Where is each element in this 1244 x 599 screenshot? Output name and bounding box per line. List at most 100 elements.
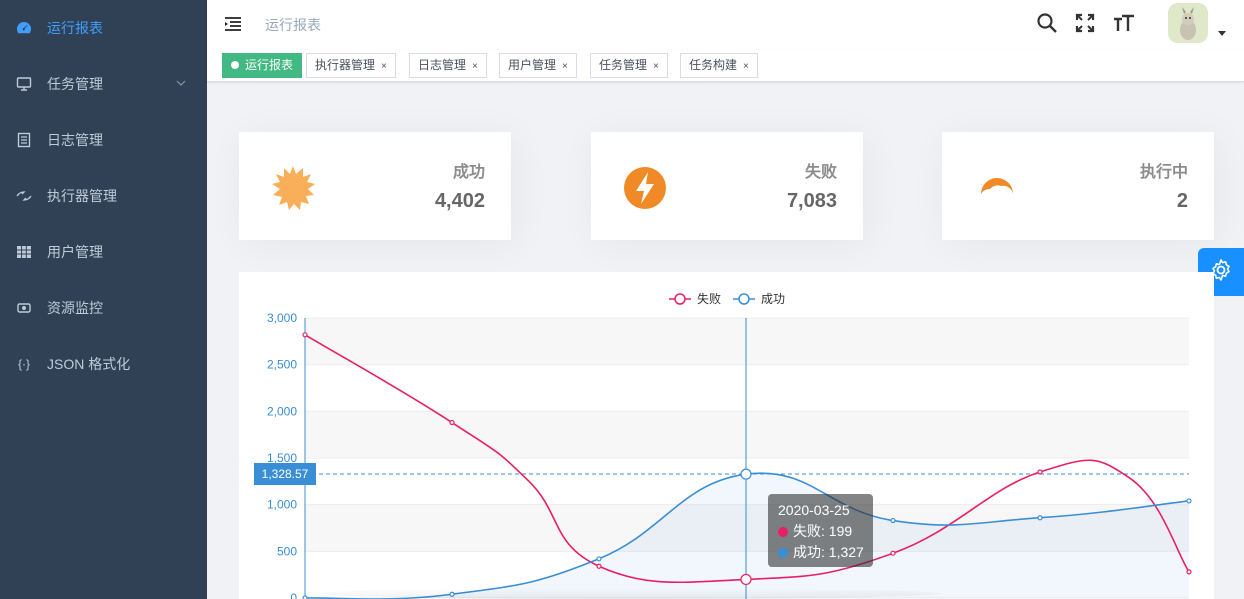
series-dot-icon [778,527,788,537]
sidebar-item-label: 资源监控 [47,300,103,316]
data-point[interactable] [449,419,455,426]
tooltip-series-name: 成功 [793,544,821,560]
tooltip-row-success: 成功: 1,327 [778,542,864,563]
fullscreen-icon[interactable] [1074,12,1096,34]
close-icon[interactable]: × [743,55,749,78]
legend-item-success[interactable]: 成功 [733,292,785,306]
tag-label: 用户管理 [508,58,557,72]
grid-icon [16,244,32,260]
stat-label: 失败 [804,164,837,181]
tooltip-row-failure: 失败: 199 [778,521,863,542]
stat-value: 2 [1176,190,1188,212]
dashboard-icon [16,20,32,36]
sidebar-item-executors[interactable]: 执行器管理 [0,168,207,224]
line-chart[interactable]: 失败 成功 05001,0001,5002,0002,5003,000 [239,272,1214,599]
data-point[interactable] [740,573,752,586]
sidebar-item-label: 用户管理 [47,244,103,260]
sidebar-item-label: 任务管理 [47,76,103,92]
chevron-down-icon [175,76,187,92]
tag-users[interactable]: 用户管理 × [499,53,577,78]
tag-label: 执行器管理 [315,58,376,72]
close-icon[interactable]: × [381,55,387,78]
hamburger-icon[interactable] [224,15,242,33]
tag-dashboard[interactable]: 运行报表 [222,53,303,78]
data-point[interactable] [1037,515,1043,521]
close-icon[interactable]: × [562,55,568,78]
sidebar-item-label: 运行报表 [47,20,103,36]
data-point[interactable] [1037,469,1043,475]
y-tick-label: 3,000 [267,311,297,325]
document-icon [16,132,32,148]
monitor-icon [16,76,32,92]
font-size-icon[interactable] [1113,12,1135,34]
sidebar-item-dashboard[interactable]: 运行报表 [0,0,207,56]
data-point[interactable] [596,556,602,562]
stat-card-success: 成功 4,402 [239,132,511,240]
y-tick-label: 1,000 [267,498,297,512]
y-tick-label: 0 [290,591,297,599]
stat-card-failure: 失败 7,083 [591,132,863,240]
sidebar-item-json[interactable]: {·} JSON 格式化 [0,336,207,392]
data-point[interactable] [890,550,896,556]
chart-tooltip: 2020-03-25 失败: 199 成功: 1,327 [768,494,873,567]
legend-item-failure[interactable]: 失败 [669,291,721,306]
tag-logs[interactable]: 日志管理 × [409,53,487,78]
legend-label-success: 成功 [761,292,785,306]
y-tick-label: 500 [277,544,297,558]
active-dot-icon [231,61,239,69]
stat-value: 7,083 [786,190,837,212]
y-tick-label: 2,500 [267,358,297,372]
tooltip-date: 2020-03-25 [778,502,850,518]
stat-value: 4,402 [434,190,485,212]
tag-label: 日志管理 [418,58,467,72]
executor-icon [16,188,32,204]
navbar: 运行报表 [207,0,1244,50]
axis-pointer-label: 1,328.57 [254,463,316,485]
sidebar-item-label: 日志管理 [47,132,103,148]
data-point[interactable] [1186,569,1192,575]
sidebar-item-monitor[interactable]: 资源监控 [0,280,207,336]
sidebar-item-users[interactable]: 用户管理 [0,224,207,280]
sidebar-item-tasks[interactable]: 任务管理 [0,56,207,112]
data-point[interactable] [596,563,602,569]
half-moon-icon [972,164,1020,212]
stat-card-running: 执行中 2 [942,132,1214,240]
grid-band [305,318,1189,365]
grid-band [305,411,1189,458]
grid-band [305,364,1189,412]
close-icon[interactable]: × [653,55,659,78]
stat-label: 执行中 [1139,164,1188,181]
legend-label-failure: 失败 [697,291,721,306]
legend: 失败 成功 [669,291,785,306]
data-point[interactable] [302,332,308,338]
avatar[interactable] [1168,3,1208,43]
bottom-shadow [320,588,940,599]
data-point[interactable] [1186,498,1192,504]
y-axis: 05001,0001,5002,0002,5003,000 [267,311,297,599]
tag-label: 任务管理 [599,58,648,72]
tooltip-series-value: 1,327 [828,544,864,560]
breadcrumb: 运行报表 [265,17,321,33]
sidebar-item-logs[interactable]: 日志管理 [0,112,207,168]
lightning-icon [621,164,669,212]
chart-panel: 失败 成功 0 500 1,000 1,500 2,000 2,500 3,000 [239,272,1214,599]
data-point[interactable] [740,468,752,480]
sidebar: 运行报表 任务管理 日志管理 执行器管理 用户管理 资源监控 {·} JSON … [0,0,207,599]
braces-icon: {·} [17,357,30,371]
monitor-camera-icon [16,300,32,316]
sidebar-item-label: 执行器管理 [47,188,117,204]
search-icon[interactable] [1036,12,1058,34]
stat-label: 成功 [452,164,485,181]
tag-executors[interactable]: 执行器管理 × [306,53,396,78]
sun-icon [269,164,317,212]
tooltip-series-name: 失败 [793,523,821,539]
y-tick-label: 2,000 [267,404,297,418]
caret-down-icon[interactable] [1218,31,1226,36]
tooltip-series-value: 199 [828,523,853,539]
tag-build[interactable]: 任务构建 × [680,53,758,78]
sidebar-item-label: JSON 格式化 [47,356,131,372]
data-point[interactable] [890,517,896,524]
close-icon[interactable]: × [472,55,478,78]
tag-tasks[interactable]: 任务管理 × [590,53,668,78]
tag-label: 运行报表 [245,58,294,72]
